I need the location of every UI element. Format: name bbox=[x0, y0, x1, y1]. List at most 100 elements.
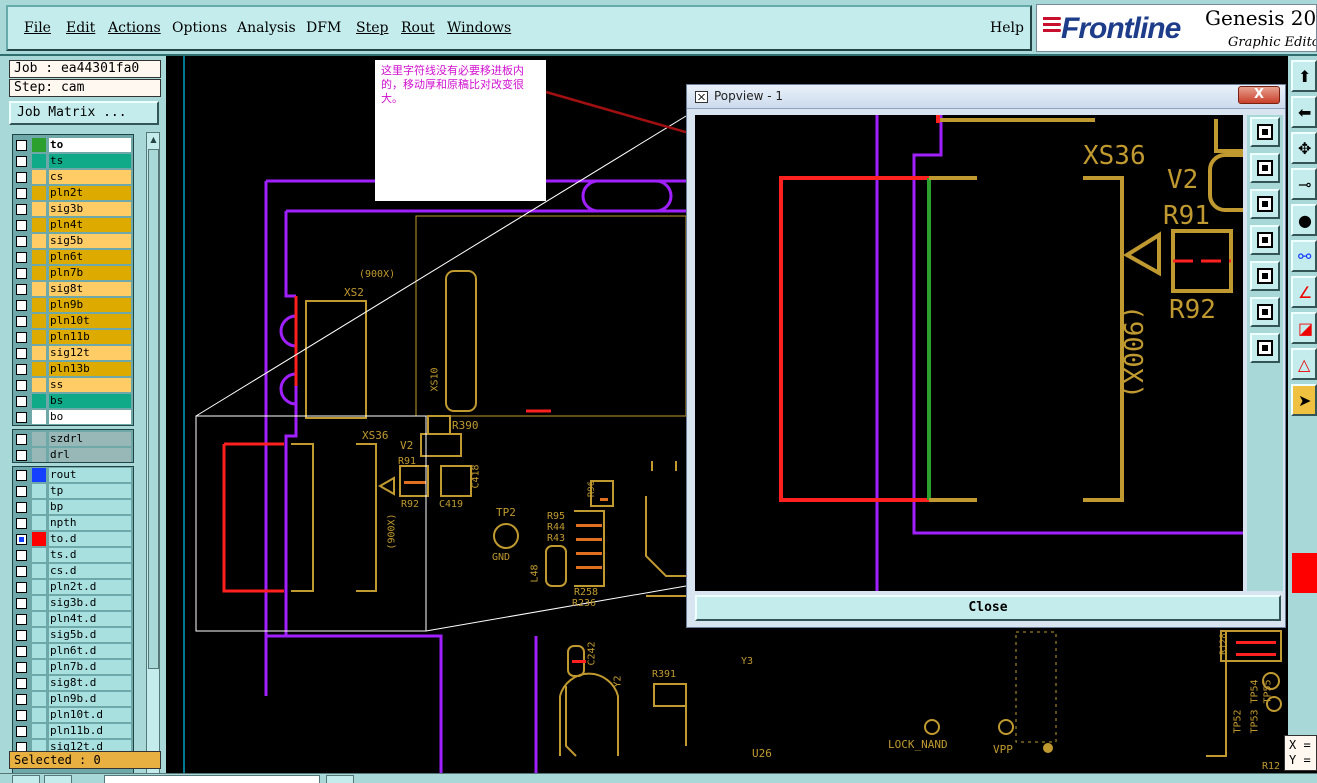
layer-row-bo[interactable]: bo bbox=[12, 409, 134, 425]
layer-name[interactable]: pln10t.d bbox=[49, 708, 131, 722]
layer-name[interactable]: ts.d bbox=[49, 548, 131, 562]
layer-color-swatch[interactable] bbox=[32, 500, 46, 514]
layer-name[interactable]: cs bbox=[49, 170, 131, 184]
layer-color-swatch[interactable] bbox=[32, 250, 46, 264]
layer-row-sig5b[interactable]: sig5b bbox=[12, 233, 134, 249]
layer-row-pln11b-d[interactable]: pln11b.d bbox=[12, 723, 134, 739]
popview-close-button[interactable]: Close bbox=[695, 595, 1281, 621]
layer-color-swatch[interactable] bbox=[32, 724, 46, 738]
layer-row-pln6t-d[interactable]: pln6t.d bbox=[12, 643, 134, 659]
zoom-in-button[interactable] bbox=[1250, 297, 1280, 327]
bottom-field[interactable] bbox=[104, 775, 320, 783]
layer-name[interactable]: pln10t bbox=[49, 314, 131, 328]
layer-color-swatch[interactable] bbox=[32, 362, 46, 376]
layer-row-cs-d[interactable]: cs.d bbox=[12, 563, 134, 579]
layer-name[interactable]: pln6t.d bbox=[49, 644, 131, 658]
layer-row-pln11b[interactable]: pln11b bbox=[12, 329, 134, 345]
menu-help[interactable]: Help bbox=[990, 20, 1024, 36]
popview-close-icon[interactable]: X bbox=[1238, 86, 1280, 104]
layer-color-swatch[interactable] bbox=[32, 154, 46, 168]
layer-checkbox[interactable] bbox=[16, 284, 27, 295]
layer-row-pln9b-d[interactable]: pln9b.d bbox=[12, 691, 134, 707]
layer-scrollbar[interactable]: ▲ ▼ bbox=[146, 132, 160, 783]
layer-row-sig8t[interactable]: sig8t bbox=[12, 281, 134, 297]
layer-name[interactable]: rout bbox=[49, 468, 131, 482]
menu-dfm[interactable]: DFM bbox=[306, 20, 341, 36]
tool-pointer[interactable]: ➤ bbox=[1291, 384, 1317, 416]
menu-actions[interactable]: Actions bbox=[108, 20, 161, 36]
layer-color-swatch[interactable] bbox=[32, 330, 46, 344]
layer-name[interactable]: ss bbox=[49, 378, 131, 392]
layer-row-sig3b-d[interactable]: sig3b.d bbox=[12, 595, 134, 611]
menu-options[interactable]: Options bbox=[172, 20, 227, 36]
layer-checkbox[interactable] bbox=[16, 582, 27, 593]
layer-name[interactable]: pln4t.d bbox=[49, 612, 131, 626]
layer-checkbox[interactable] bbox=[16, 300, 27, 311]
pan-down-button[interactable] bbox=[1250, 189, 1280, 219]
layer-color-swatch[interactable] bbox=[32, 298, 46, 312]
layer-checkbox[interactable] bbox=[16, 566, 27, 577]
layer-checkbox[interactable] bbox=[16, 598, 27, 609]
layer-name[interactable]: pln9b bbox=[49, 298, 131, 312]
layer-checkbox[interactable] bbox=[16, 518, 27, 529]
layer-name[interactable]: szdrl bbox=[49, 432, 131, 446]
pan-left-button[interactable] bbox=[1250, 225, 1280, 255]
layer-color-swatch[interactable] bbox=[32, 186, 46, 200]
layer-name[interactable]: pln9b.d bbox=[49, 692, 131, 706]
tool-measure[interactable]: ⊸ bbox=[1291, 168, 1317, 200]
layer-row-pln4t[interactable]: pln4t bbox=[12, 217, 134, 233]
layer-row-pln10t-d[interactable]: pln10t.d bbox=[12, 707, 134, 723]
layer-name[interactable]: pln13b bbox=[49, 362, 131, 376]
layer-checkbox[interactable] bbox=[16, 678, 27, 689]
layer-name[interactable]: sig12t bbox=[49, 346, 131, 360]
tool-triangle[interactable]: △ bbox=[1291, 348, 1317, 380]
layer-row-npth[interactable]: npth bbox=[12, 515, 134, 531]
layer-row-cs[interactable]: cs bbox=[12, 169, 134, 185]
layer-name[interactable]: pln11b bbox=[49, 330, 131, 344]
layer-checkbox[interactable] bbox=[16, 630, 27, 641]
layer-color-swatch[interactable] bbox=[32, 676, 46, 690]
bottom-button[interactable] bbox=[326, 775, 354, 783]
menu-analysis[interactable]: Analysis bbox=[237, 20, 296, 36]
layer-checkbox[interactable] bbox=[16, 348, 27, 359]
layer-color-swatch[interactable] bbox=[32, 564, 46, 578]
layer-name[interactable]: pln11b.d bbox=[49, 724, 131, 738]
layer-color-swatch[interactable] bbox=[32, 532, 46, 546]
layer-checkbox[interactable] bbox=[16, 268, 27, 279]
bottom-button[interactable] bbox=[44, 775, 72, 783]
layer-color-swatch[interactable] bbox=[32, 468, 46, 482]
layer-row-ss[interactable]: ss bbox=[12, 377, 134, 393]
menu-edit[interactable]: Edit bbox=[66, 20, 95, 36]
layer-color-swatch[interactable] bbox=[32, 692, 46, 706]
layer-checkbox[interactable] bbox=[16, 252, 27, 263]
layer-row-pln9b[interactable]: pln9b bbox=[12, 297, 134, 313]
layer-name[interactable]: npth bbox=[49, 516, 131, 530]
layer-color-swatch[interactable] bbox=[32, 138, 46, 152]
tool-select-color[interactable]: ◪ bbox=[1291, 312, 1317, 344]
layer-checkbox[interactable] bbox=[16, 364, 27, 375]
menu-file[interactable]: File bbox=[24, 20, 51, 36]
layer-name[interactable]: pln4t bbox=[49, 218, 131, 232]
pan-right-button[interactable] bbox=[1250, 261, 1280, 291]
layer-name[interactable]: pln7b bbox=[49, 266, 131, 280]
layer-name[interactable]: bo bbox=[49, 410, 131, 424]
layer-color-swatch[interactable] bbox=[32, 314, 46, 328]
layer-checkbox[interactable] bbox=[16, 316, 27, 327]
menu-windows[interactable]: Windows bbox=[447, 20, 511, 36]
layer-name[interactable]: pln7b.d bbox=[49, 660, 131, 674]
layer-checkbox[interactable] bbox=[16, 236, 27, 247]
layer-color-swatch[interactable] bbox=[32, 628, 46, 642]
layer-row-ts[interactable]: ts bbox=[12, 153, 134, 169]
layer-checkbox[interactable] bbox=[16, 220, 27, 231]
layer-row-sig5b-d[interactable]: sig5b.d bbox=[12, 627, 134, 643]
menu-rout[interactable]: Rout bbox=[401, 20, 435, 36]
layer-row-pln4t-d[interactable]: pln4t.d bbox=[12, 611, 134, 627]
scroll-up-icon[interactable]: ▲ bbox=[148, 134, 159, 145]
layer-color-swatch[interactable] bbox=[32, 218, 46, 232]
layer-name[interactable]: pln2t bbox=[49, 186, 131, 200]
layer-row-pln13b[interactable]: pln13b bbox=[12, 361, 134, 377]
layer-checkbox[interactable] bbox=[16, 332, 27, 343]
layer-color-swatch[interactable] bbox=[32, 644, 46, 658]
layer-row-tp[interactable]: tp bbox=[12, 483, 134, 499]
layer-color-swatch[interactable] bbox=[32, 484, 46, 498]
